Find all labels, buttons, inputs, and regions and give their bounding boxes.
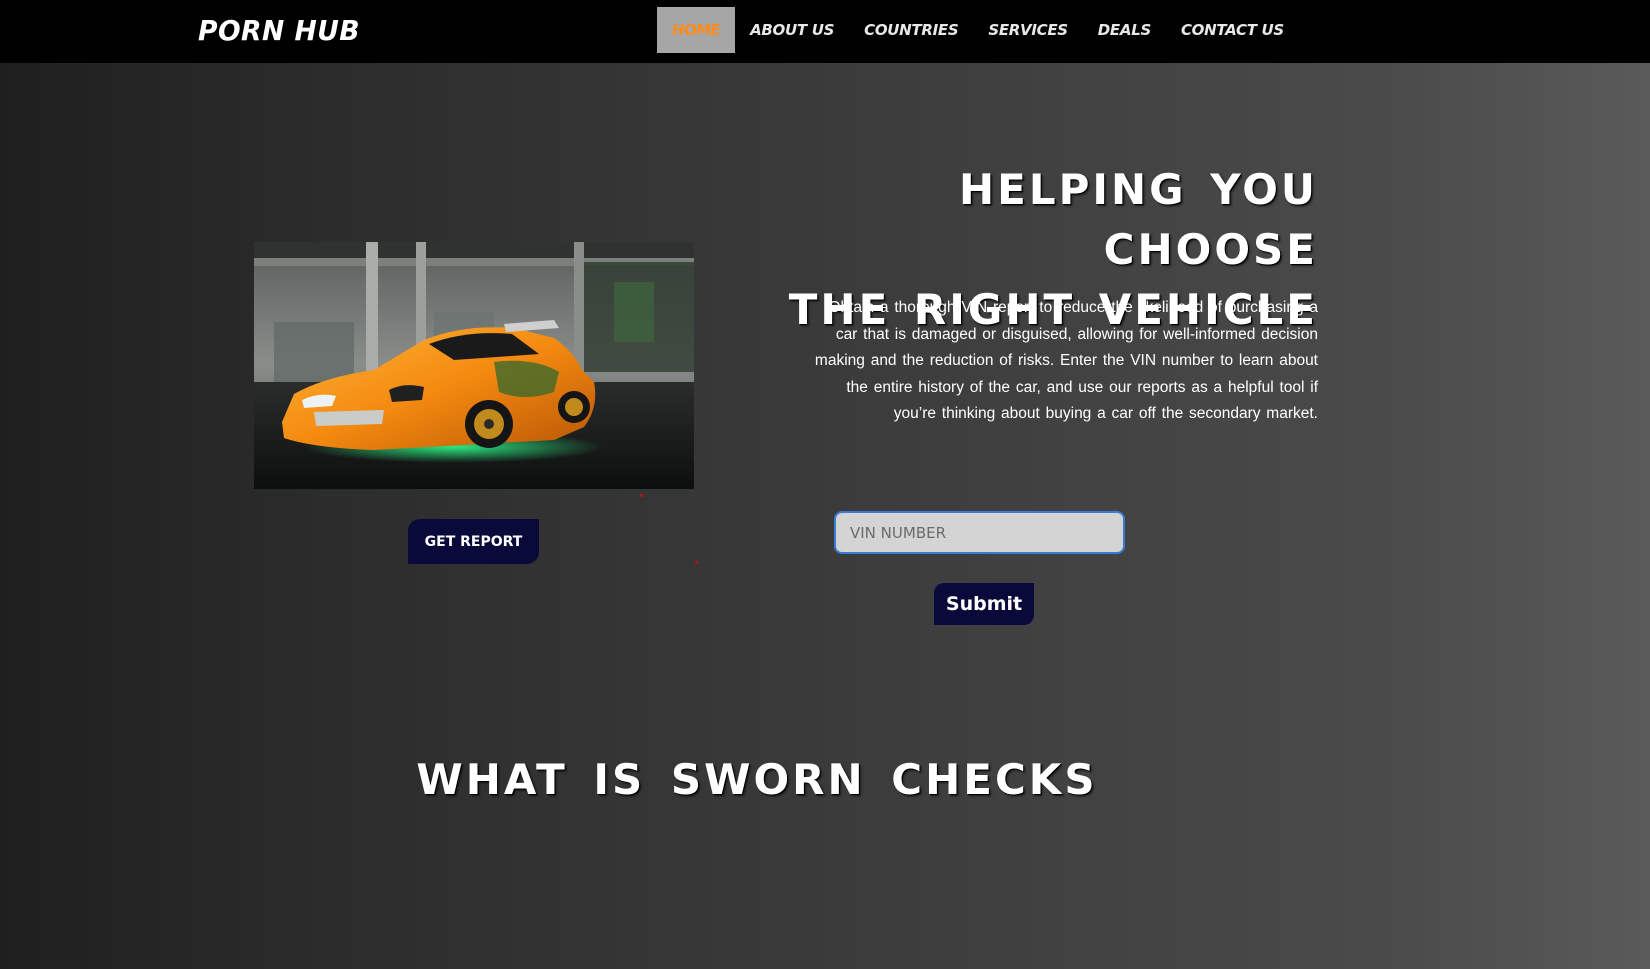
nav-item-countries[interactable]: COUNTRIES	[849, 7, 973, 53]
hero-title-line1: HELPING YOU CHOOSE	[959, 165, 1318, 274]
decorative-dot	[695, 561, 698, 564]
nav-item-label: HOME	[672, 21, 721, 39]
hero-car-image	[254, 242, 694, 489]
main-nav: HOME ABOUT US COUNTRIES SERVICES DEALS C…	[657, 7, 1299, 53]
section-title: WHAT IS SWORN CHECKS	[416, 755, 1098, 804]
nav-item-label: SERVICES	[988, 21, 1068, 39]
top-navbar: PORN HUB HOME ABOUT US COUNTRIES SERVICE…	[0, 0, 1650, 63]
nav-item-contact-us[interactable]: CONTACT US	[1166, 7, 1299, 53]
nav-item-home[interactable]: HOME	[657, 7, 736, 53]
brand-logo[interactable]: PORN HUB	[198, 14, 360, 47]
nav-item-label: ABOUT US	[750, 21, 835, 39]
hero-description: Obtain a thorough VIN report to reduce t…	[814, 299, 1318, 422]
nav-item-label: COUNTRIES	[864, 21, 959, 39]
nav-item-about-us[interactable]: ABOUT US	[735, 7, 849, 53]
nav-item-label: CONTACT US	[1180, 21, 1284, 39]
decorative-dot	[640, 494, 643, 497]
nav-item-services[interactable]: SERVICES	[973, 7, 1082, 53]
get-report-button[interactable]: GET REPORT	[408, 519, 539, 564]
submit-button[interactable]: Submit	[934, 583, 1034, 625]
vin-number-input[interactable]	[834, 511, 1125, 554]
nav-item-deals[interactable]: DEALS	[1083, 7, 1166, 53]
nav-item-label: DEALS	[1097, 21, 1151, 39]
